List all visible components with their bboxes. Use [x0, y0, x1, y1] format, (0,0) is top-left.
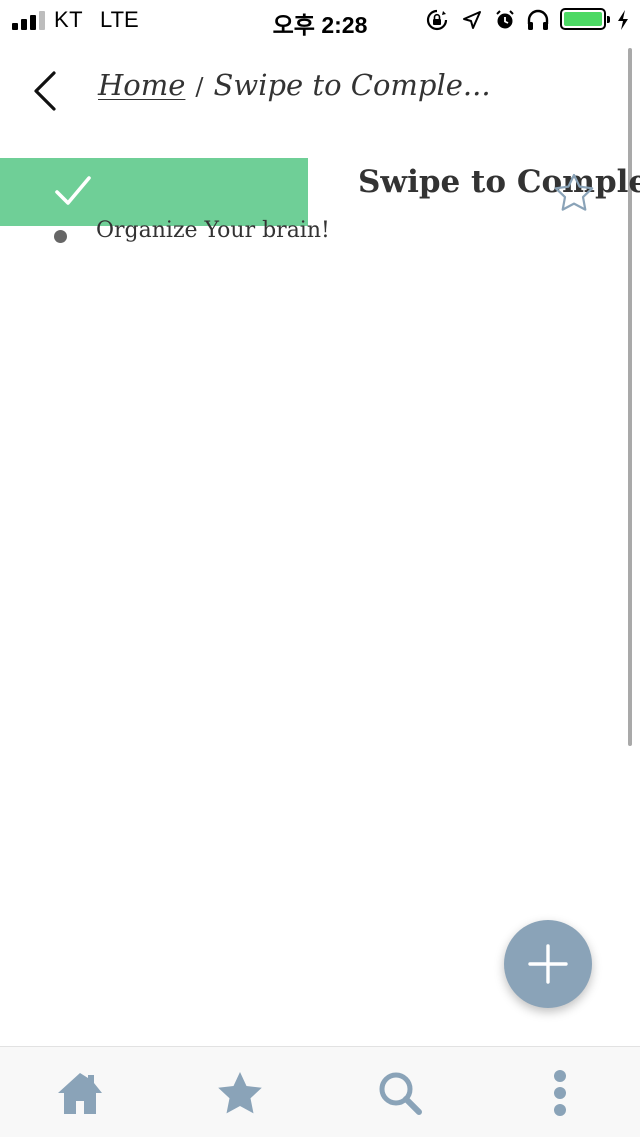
location-arrow-icon [463, 11, 481, 29]
home-icon [58, 1073, 102, 1114]
favorite-toggle[interactable] [552, 172, 596, 214]
breadcrumb-separator: / [195, 73, 204, 101]
more-vertical-icon [554, 1070, 566, 1116]
page-title: Swipe to Complet [358, 164, 640, 200]
breadcrumb: Home / Swipe to Comple... [98, 68, 491, 102]
check-icon [55, 176, 91, 205]
plus-icon [528, 944, 568, 984]
tab-starred[interactable] [210, 1067, 270, 1119]
tab-more[interactable] [530, 1067, 590, 1119]
bullet-icon[interactable] [54, 230, 67, 243]
chevron-left-icon [34, 71, 56, 111]
breadcrumb-current: Swipe to Comple... [213, 68, 491, 102]
status-bar: KT LTE 오후 2:28 [0, 0, 640, 40]
orientation-lock-icon [426, 9, 448, 31]
add-item-button[interactable] [504, 920, 592, 1008]
scroll-indicator[interactable] [628, 48, 632, 746]
star-icon [218, 1072, 262, 1114]
tab-search[interactable] [370, 1067, 430, 1119]
battery-level [564, 12, 602, 26]
list-item[interactable]: Organize Your brain! [52, 214, 572, 254]
charging-bolt-icon [618, 10, 628, 30]
breadcrumb-home-link[interactable]: Home [98, 68, 185, 102]
headphones-icon [527, 9, 549, 30]
list-item-text: Organize Your brain! [96, 218, 330, 243]
alarm-icon [496, 10, 514, 29]
search-icon [379, 1072, 422, 1115]
back-button[interactable] [22, 66, 68, 116]
star-outline-icon [554, 173, 594, 211]
tab-home[interactable] [50, 1067, 110, 1119]
tab-bar [0, 1046, 640, 1137]
battery-icon [560, 8, 610, 30]
